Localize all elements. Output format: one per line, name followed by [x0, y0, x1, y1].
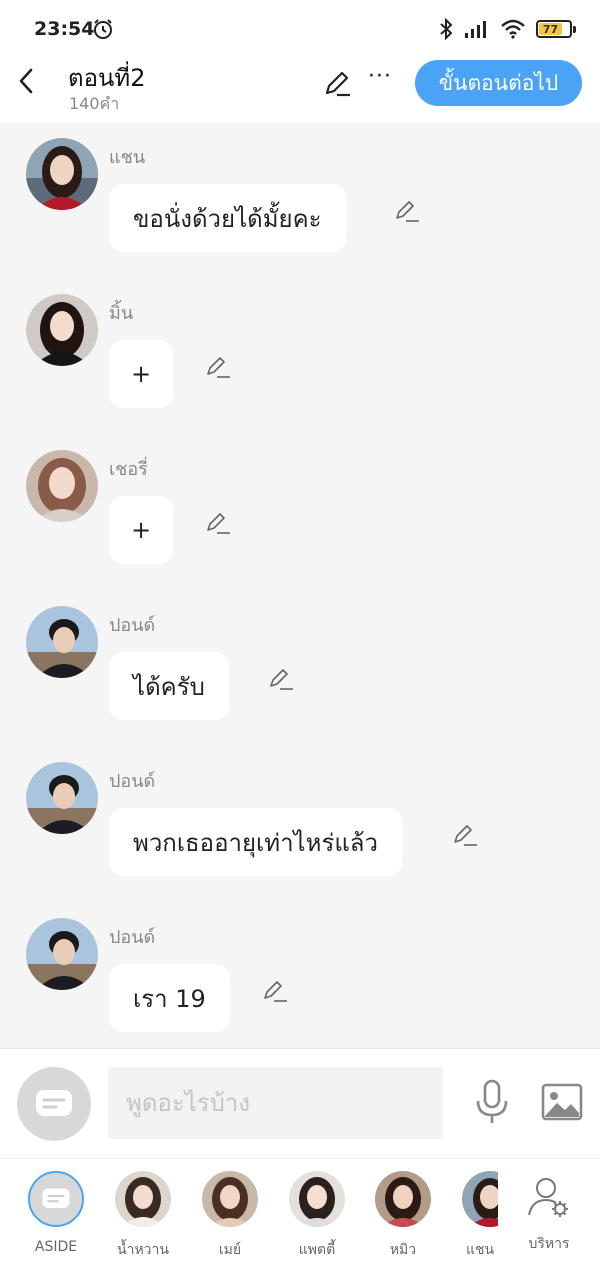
avatar[interactable] [26, 450, 98, 522]
message-bubble[interactable]: พวกเธออายุเท่าไหร่แล้ว [109, 808, 402, 876]
nav-item-aside[interactable]: ASIDE [16, 1171, 96, 1255]
avatar [202, 1171, 258, 1227]
message-row: ปอนด์ พวกเธออายุเท่าไหร่แล้ว [0, 746, 600, 896]
add-message-button[interactable]: + [109, 496, 173, 564]
message-bubble[interactable]: เรา 19 [109, 964, 230, 1032]
nav-item-admin[interactable]: บริหาร [509, 1171, 589, 1255]
nav-label: ASIDE [34, 1239, 78, 1255]
sender-name: แชน [109, 147, 146, 168]
message-input[interactable] [108, 1067, 443, 1139]
message-bubble[interactable]: ขอนั่งด้วยได้มั้ยคะ [109, 184, 346, 252]
nav-label: บริหาร [528, 1236, 570, 1252]
battery-level: 77 [539, 23, 563, 36]
user-settings-icon [528, 1178, 568, 1217]
nav-item-character[interactable]: เมย์ [190, 1171, 270, 1261]
battery-icon: 77 [536, 20, 576, 38]
sender-name: ปอนด์ [109, 615, 156, 636]
nav-label: แพตตี้ [298, 1242, 336, 1258]
edit-message-icon[interactable] [262, 978, 288, 1004]
message-row: ปอนด์ ได้ครับ [0, 590, 600, 740]
nav-item-character[interactable]: น้ำหวาน [103, 1171, 183, 1261]
nav-label: น้ำหวาน [117, 1242, 169, 1258]
more-options-icon[interactable]: ··· [368, 66, 396, 92]
bluetooth-icon [440, 18, 453, 40]
nav-item-character[interactable]: หมิว [363, 1171, 443, 1261]
chat-bubble-icon [42, 1188, 70, 1208]
avatar[interactable] [26, 138, 98, 210]
nav-label: แชน [465, 1242, 495, 1258]
status-time: 23:54 [34, 18, 95, 40]
avatar[interactable] [26, 606, 98, 678]
edit-message-icon[interactable] [452, 822, 478, 848]
microphone-icon[interactable] [474, 1079, 510, 1125]
message-row: ปอนด์ เรา 19 [0, 902, 600, 1048]
chat-bubble-icon [36, 1090, 72, 1116]
message-bubble[interactable]: ได้ครับ [109, 652, 229, 720]
avatar [289, 1171, 345, 1227]
nav-item-character[interactable]: แพตตี้ [277, 1171, 357, 1261]
nav-item-character[interactable]: แชน [450, 1171, 498, 1261]
avatar [375, 1171, 431, 1227]
message-row: เชอรี่ + [0, 434, 600, 584]
chat-list: แชน ขอนั่งด้วยได้มั้ยคะ มิ้น + เชอรี่ + … [0, 122, 600, 1048]
aside-toggle-button[interactable] [17, 1067, 91, 1141]
back-arrow-icon[interactable] [14, 66, 40, 96]
sender-name: ปอนด์ [109, 771, 156, 792]
nav-label: เมย์ [218, 1242, 242, 1258]
app-header: ตอนที่2 140คำ ··· ขั้นตอนต่อไป [0, 58, 600, 122]
character-bar: ASIDE น้ำหวาน เมย์ แพตตี้ หมิว แชน บริหา… [0, 1158, 600, 1267]
composer-bar [0, 1048, 600, 1158]
message-row: แชน ขอนั่งด้วยได้มั้ยคะ [0, 122, 600, 272]
avatar[interactable] [26, 918, 98, 990]
edit-pencil-icon[interactable] [322, 68, 352, 98]
message-row: มิ้น + [0, 278, 600, 428]
edit-message-icon[interactable] [205, 354, 231, 380]
aside-avatar [28, 1171, 84, 1227]
add-message-button[interactable]: + [109, 340, 173, 408]
sender-name: ปอนด์ [109, 927, 156, 948]
alarm-icon [94, 19, 112, 39]
nav-label: หมิว [389, 1242, 417, 1258]
edit-message-icon[interactable] [394, 198, 420, 224]
signal-icon [465, 21, 486, 38]
word-count: 140คำ [69, 94, 120, 113]
image-upload-icon[interactable] [541, 1083, 583, 1121]
edit-message-icon[interactable] [268, 666, 294, 692]
status-icons: 77 [438, 18, 576, 40]
sender-name: เชอรี่ [109, 459, 148, 480]
avatar [115, 1171, 171, 1227]
avatar [462, 1171, 498, 1227]
avatar[interactable] [26, 762, 98, 834]
status-bar: 23:54 77 [0, 0, 600, 58]
edit-message-icon[interactable] [205, 510, 231, 536]
wifi-icon [501, 19, 525, 39]
next-step-button[interactable]: ขั้นตอนต่อไป [415, 60, 582, 106]
sender-name: มิ้น [109, 303, 134, 324]
avatar[interactable] [26, 294, 98, 366]
